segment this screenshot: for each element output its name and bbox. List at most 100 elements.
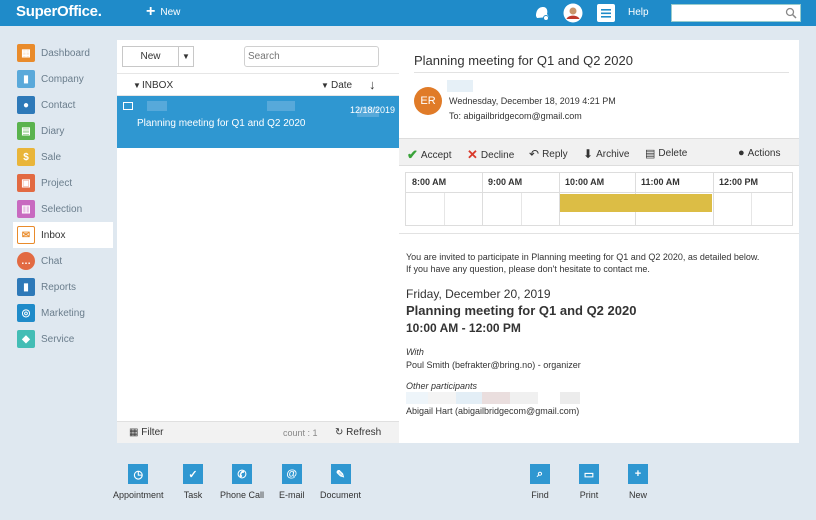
reply-label: Reply (542, 148, 568, 160)
message-subject: Planning meeting for Q1 and Q2 2020 (137, 118, 306, 129)
actions-menu-button[interactable]: ● Actions (738, 147, 780, 159)
contact-icon: ● (17, 96, 35, 114)
calendar-timeline: 8:00 AM 9:00 AM 10:00 AM 11:00 AM 12:00 … (405, 172, 793, 226)
message-date: 12/18/2019 (349, 105, 395, 115)
recipient: To: abigailbridgecom@gmail.com (449, 111, 582, 121)
help-link[interactable]: Help (628, 7, 649, 18)
document-button[interactable]: ✎ Document (320, 464, 361, 500)
invite-line: If you have any question, please don't h… (406, 264, 650, 274)
inbox-search-input[interactable] (244, 46, 379, 67)
divider (399, 233, 799, 234)
print-button[interactable]: ▭ Print (579, 464, 599, 500)
phone-call-button[interactable]: ✆ Phone Call (220, 464, 264, 500)
selection-icon: ▥ (17, 200, 35, 218)
inbox-panel: New ▼ ▼ INBOX ▼ Date ↓ 12/18/2019 Planni… (117, 40, 399, 443)
sort-label[interactable]: Date (331, 80, 352, 91)
sidebar-item-dashboard[interactable]: ▦ Dashboard (13, 40, 113, 66)
menu-list-icon[interactable] (596, 3, 616, 23)
sidebar-item-label: Chat (41, 255, 63, 267)
sort-caret-icon[interactable]: ▼ (321, 81, 329, 90)
hour-label: 10:00 AM (565, 177, 605, 187)
find-button[interactable]: ⌕ Find (530, 464, 550, 500)
filter-button[interactable]: ▦ Filter (129, 427, 163, 438)
accept-button[interactable]: ✔ Accept (407, 147, 451, 163)
email-label: E-mail (279, 490, 305, 500)
global-search[interactable] (671, 4, 801, 22)
refresh-button[interactable]: ↻ Refresh (335, 427, 381, 438)
sidebar-item-diary[interactable]: ▤ Diary (13, 118, 113, 144)
sidebar-item-project[interactable]: ▣ Project (13, 170, 113, 196)
sort-direction-icon[interactable]: ↓ (369, 77, 376, 92)
archive-button[interactable]: ⬇ Archive (583, 147, 629, 161)
collapse-icon[interactable]: ▼ (133, 81, 141, 90)
divider (414, 72, 789, 73)
diary-icon: ▤ (17, 122, 35, 140)
inbox-new-dropdown[interactable]: ▼ (179, 46, 194, 67)
user-avatar-icon[interactable] (563, 3, 583, 23)
new-button[interactable]: + New (146, 4, 180, 20)
at-icon: @ (281, 464, 302, 484)
find-label: Find (531, 490, 549, 500)
sidebar-item-sale[interactable]: $ Sale (13, 144, 113, 170)
task-label: Task (183, 490, 203, 500)
redacted-participants (406, 392, 580, 404)
sidebar-item-marketing[interactable]: ◎ Marketing (13, 300, 113, 326)
task-button[interactable]: ✓ Task (183, 464, 203, 500)
hour-label: 9:00 AM (488, 177, 523, 187)
reply-button[interactable]: ↶ Reply (529, 147, 568, 161)
sidebar-item-chat[interactable]: … Chat (13, 248, 113, 274)
bottom-toolbar: ◷ Appointment ✓ Task ✆ Phone Call @ E-ma… (0, 460, 816, 520)
decline-button[interactable]: ✕ Decline (467, 147, 514, 163)
inbox-toolbar: New ▼ (117, 40, 399, 74)
check-icon: ✓ (183, 464, 203, 484)
sidebar-item-company[interactable]: ▮ Company (13, 66, 113, 92)
sidebar-nav: ▦ Dashboard ▮ Company ● Contact ▤ Diary … (13, 40, 113, 352)
filter-label: Filter (141, 427, 164, 438)
actions-label: Actions (747, 147, 781, 159)
project-icon: ▣ (17, 174, 35, 192)
folder-label[interactable]: INBOX (142, 80, 173, 91)
check-icon: ✔ (407, 147, 418, 162)
print-icon: ▭ (579, 464, 599, 484)
message-title: Planning meeting for Q1 and Q2 2020 (414, 53, 633, 68)
invite-line: You are invited to participate in Planni… (406, 252, 760, 262)
chat-icon: … (17, 252, 35, 270)
meeting-time: 10:00 AM - 12:00 PM (406, 321, 521, 335)
inbox-new-button[interactable]: New (122, 46, 179, 67)
sidebar-item-service[interactable]: ◆ Service (13, 326, 113, 352)
redacted-sender (267, 101, 295, 111)
sidebar-item-label: Service (41, 333, 75, 345)
sidebar-item-selection[interactable]: ▥ Selection (13, 196, 113, 222)
reply-icon: ↶ (529, 147, 540, 161)
calendar-hours: 8:00 AM 9:00 AM 10:00 AM 11:00 AM 12:00 … (406, 173, 792, 193)
invite-text: You are invited to participate in Planni… (406, 251, 794, 275)
phone-icon: ✆ (232, 464, 253, 484)
delete-label: Delete (658, 148, 688, 159)
search-icon[interactable] (785, 7, 797, 19)
redacted-sender (147, 101, 167, 111)
notification-icon[interactable] (532, 3, 552, 23)
sidebar-item-label: Diary (41, 125, 65, 137)
delete-button[interactable]: ▤ Delete (645, 147, 687, 160)
inbox-message-row[interactable]: 12/18/2019 Planning meeting for Q1 and Q… (117, 96, 399, 148)
sent-date: Wednesday, December 18, 2019 4:21 PM (449, 96, 616, 106)
hour-label: 11:00 AM (641, 177, 680, 187)
meeting-time-block[interactable] (560, 194, 712, 212)
bottom-new-button[interactable]: + New (628, 464, 648, 500)
organizer: Poul Smith (befrakter@bring.no) - organi… (406, 360, 581, 370)
sidebar-item-inbox[interactable]: ✉ Inbox (13, 222, 113, 248)
sidebar-item-contact[interactable]: ● Contact (13, 92, 113, 118)
sidebar-item-label: Contact (41, 99, 76, 111)
appointment-button[interactable]: ◷ Appointment (113, 464, 164, 500)
sidebar-item-reports[interactable]: ▮ Reports (13, 274, 113, 300)
sidebar-item-label: Dashboard (41, 47, 90, 59)
global-search-input[interactable] (672, 5, 782, 21)
sidebar-item-label: Project (41, 177, 73, 189)
grid-icon: ▦ (129, 427, 139, 438)
app-logo[interactable]: SuperOffice. (16, 3, 102, 20)
reports-icon: ▮ (17, 278, 35, 296)
search-icon: ⌕ (530, 464, 550, 484)
email-button[interactable]: @ E-mail (279, 464, 305, 500)
inbox-icon: ✉ (17, 226, 35, 244)
meeting-title: Planning meeting for Q1 and Q2 2020 (406, 303, 637, 318)
